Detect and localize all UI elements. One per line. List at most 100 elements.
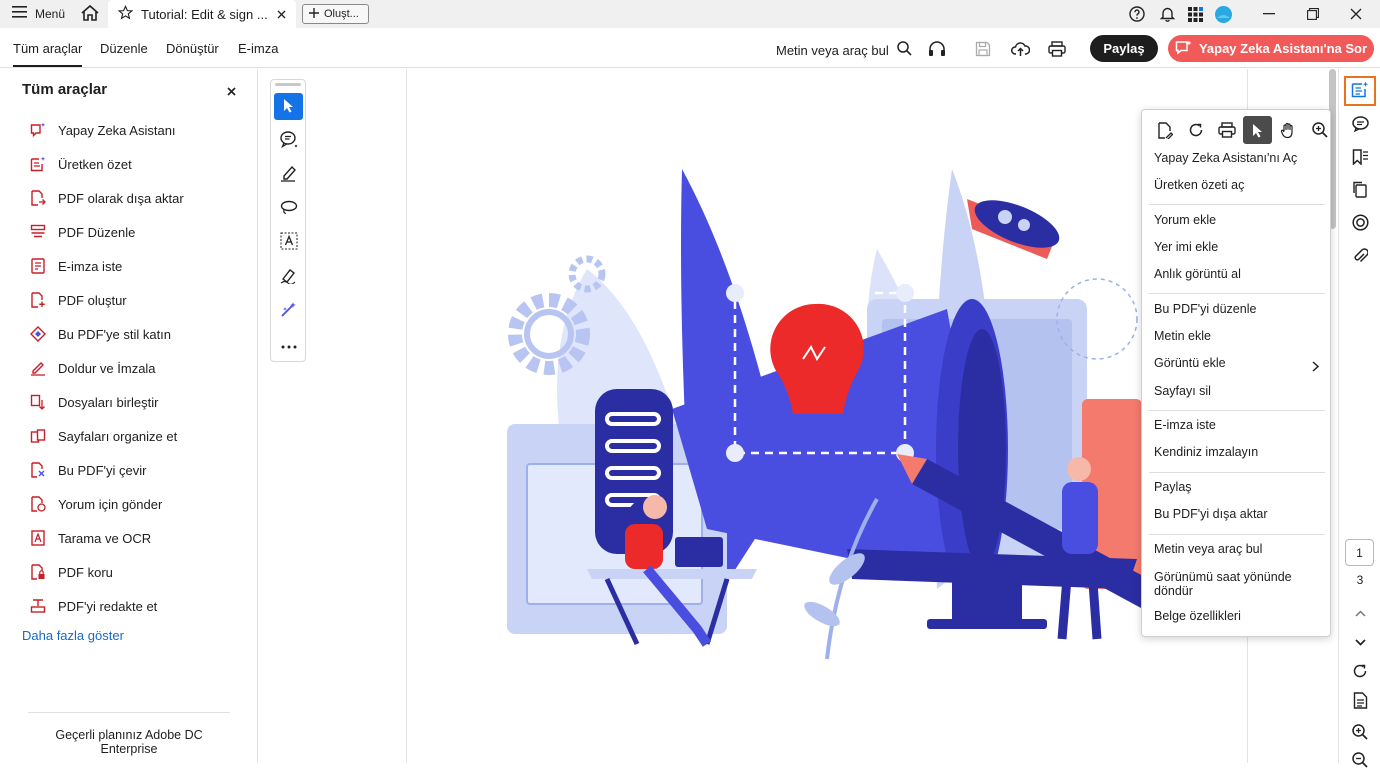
menu-item-add-image[interactable]: Görüntü ekle: [1154, 356, 1324, 370]
avatar[interactable]: [1212, 3, 1234, 25]
rail-comments-button[interactable]: [1346, 111, 1374, 139]
headphones-icon[interactable]: [926, 38, 948, 60]
tool-item[interactable]: Doldur ve İmzala: [30, 358, 156, 378]
refresh-icon: [1352, 663, 1368, 682]
close-window-icon[interactable]: [1345, 3, 1367, 25]
ai-assistant-button[interactable]: Yapay Zeka Asistanı'na Sor: [1168, 35, 1374, 62]
tab-esign[interactable]: E-imza: [238, 41, 278, 56]
request-esign-icon: [30, 258, 46, 274]
tool-item[interactable]: Bu PDF'ye stil katın: [30, 324, 171, 344]
rotate-icon[interactable]: [1181, 116, 1210, 144]
print-icon[interactable]: [1046, 38, 1068, 60]
cloud-upload-icon[interactable]: [1009, 38, 1031, 60]
menu-item-share[interactable]: Paylaş: [1154, 480, 1324, 494]
pdf-page[interactable]: [406, 69, 1248, 763]
comment-icon: [1351, 115, 1369, 135]
zoom-in-icon[interactable]: [1305, 116, 1334, 144]
home-icon[interactable]: [80, 4, 102, 24]
tab-all-tools[interactable]: Tüm araçlar: [13, 41, 83, 67]
rail-previous-page-button[interactable]: [1346, 598, 1374, 626]
close-tab-icon[interactable]: [277, 7, 286, 22]
send-comment-icon: [30, 496, 46, 512]
menu-item-delete-page[interactable]: Sayfayı sil: [1154, 384, 1324, 398]
comment-tool-button[interactable]: [274, 127, 303, 154]
comment-add-icon: [279, 130, 298, 151]
tool-item[interactable]: PDF oluştur: [30, 290, 127, 310]
text-tool-button[interactable]: [274, 229, 303, 256]
menu-item-add-bookmark[interactable]: Yer imi ekle: [1154, 240, 1324, 254]
tab-convert[interactable]: Dönüştür: [166, 41, 219, 56]
menu-item-find[interactable]: Metin veya araç bul: [1154, 542, 1324, 556]
menu-item-sign-yourself[interactable]: Kendiniz imzalayın: [1154, 445, 1324, 459]
edit-pdf-icon: [30, 224, 46, 240]
print-icon[interactable]: [1212, 116, 1241, 144]
tool-item[interactable]: PDF koru: [30, 562, 113, 582]
rail-rotate-button[interactable]: [1346, 658, 1374, 686]
select-tool-button[interactable]: [274, 93, 303, 120]
tool-item[interactable]: Dosyaları birleştir: [30, 392, 158, 412]
tool-item[interactable]: Tarama ve OCR: [30, 528, 151, 548]
redact-pdf-icon: [30, 598, 46, 614]
find-text-tool[interactable]: Metin veya araç bul: [776, 41, 912, 59]
share-button[interactable]: Paylaş: [1090, 35, 1158, 62]
tool-item[interactable]: Sayfaları organize et: [30, 426, 177, 446]
show-more-link[interactable]: Daha fazla göster: [22, 628, 124, 643]
close-panel-icon[interactable]: [227, 83, 236, 100]
menu-item-add-text[interactable]: Metin ekle: [1154, 329, 1324, 343]
menu-item-edit-pdf[interactable]: Bu PDF'yi düzenle: [1154, 302, 1324, 316]
document-edit-icon[interactable]: [1150, 116, 1179, 144]
menu-item-document-properties[interactable]: Belge özellikleri: [1154, 609, 1324, 623]
tool-item[interactable]: Bu PDF'yi çevir: [30, 460, 146, 480]
highlight-tool-button[interactable]: [274, 161, 303, 188]
rail-next-page-button[interactable]: [1346, 627, 1374, 655]
menu-item-export-pdf[interactable]: Bu PDF'yi dışa aktar: [1154, 507, 1324, 521]
menu-item-snapshot[interactable]: Anlık görüntü al: [1154, 267, 1324, 281]
hand-tool-icon[interactable]: [1274, 116, 1303, 144]
rail-bookmarks-button[interactable]: [1346, 144, 1374, 172]
create-button[interactable]: Oluşt...: [302, 4, 369, 24]
bell-icon[interactable]: [1156, 3, 1178, 25]
divider: [28, 712, 230, 713]
menu-item-rotate-view[interactable]: Görünümü saat yönünde döndür: [1154, 570, 1324, 598]
tool-item[interactable]: PDF'yi redakte et: [30, 596, 157, 616]
tool-item[interactable]: Üretken özet: [30, 154, 132, 174]
rail-pages-button[interactable]: [1346, 177, 1374, 205]
tool-label: Doldur ve İmzala: [58, 360, 156, 376]
rail-zoom-out-button[interactable]: [1346, 747, 1374, 775]
current-page-input[interactable]: 1: [1345, 539, 1374, 566]
restore-icon[interactable]: [1302, 3, 1324, 25]
help-icon[interactable]: [1126, 3, 1148, 25]
tool-item[interactable]: Yapay Zeka Asistanı: [30, 120, 176, 140]
menu-item-open-summary[interactable]: Üretken özeti aç: [1154, 178, 1324, 192]
rail-page-fit-button[interactable]: [1346, 688, 1374, 716]
tool-item[interactable]: PDF Düzenle: [30, 222, 135, 242]
minimize-icon[interactable]: [1258, 3, 1280, 25]
drag-handle[interactable]: [275, 83, 301, 86]
save-icon[interactable]: [972, 38, 994, 60]
star-icon[interactable]: [117, 5, 134, 23]
rail-ai-summary-button[interactable]: [1344, 76, 1376, 106]
rail-zoom-in-button[interactable]: [1346, 719, 1374, 747]
tool-label: Bu PDF'ye stil katın: [58, 326, 172, 342]
menu-button[interactable]: Menü: [12, 6, 65, 21]
tool-item[interactable]: PDF olarak dışa aktar: [30, 188, 184, 208]
cursor-icon[interactable]: [1243, 116, 1272, 144]
menu-item-open-ai-assistant[interactable]: Yapay Zeka Asistanı'nı Aç: [1154, 151, 1324, 165]
tool-item[interactable]: Yorum için gönder: [30, 494, 162, 514]
selection-handle: [726, 444, 744, 462]
illustration: [507, 169, 1167, 660]
tool-item[interactable]: E-imza iste: [30, 256, 122, 276]
rail-attachments-button[interactable]: [1346, 243, 1374, 271]
draw-tool-button[interactable]: [274, 195, 303, 222]
combine-files-icon: [30, 394, 46, 410]
menu-item-request-esign[interactable]: E-imza iste: [1154, 418, 1324, 432]
generative-summary-icon: [30, 156, 46, 172]
document-tab[interactable]: Tutorial: Edit & sign ...: [108, 0, 296, 28]
menu-item-add-comment[interactable]: Yorum ekle: [1154, 213, 1324, 227]
rail-layers-button[interactable]: [1346, 210, 1374, 238]
tab-edit[interactable]: Düzenle: [100, 41, 148, 56]
ai-edit-tool-button[interactable]: [274, 297, 303, 324]
apps-grid-icon[interactable]: [1184, 3, 1206, 25]
sign-tool-button[interactable]: [274, 263, 303, 290]
more-tools-button[interactable]: [274, 331, 303, 358]
